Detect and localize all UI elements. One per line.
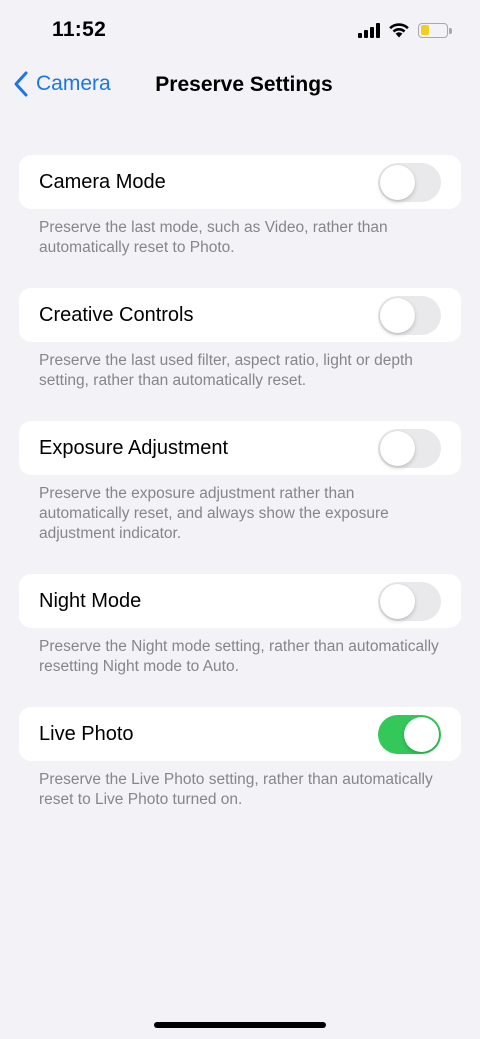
toggle-knob xyxy=(404,716,439,752)
settings-screen: 11:52 Camera Preserve Settings Camera Mo… xyxy=(0,0,480,1039)
setting-label: Creative Controls xyxy=(39,303,194,326)
status-time: 11:52 xyxy=(52,18,107,41)
toggle-knob xyxy=(380,297,415,333)
setting-footer: Preserve the exposure adjustment rather … xyxy=(39,485,389,542)
night-mode-toggle[interactable] xyxy=(378,581,441,621)
setting-row-camera-mode: Camera Mode xyxy=(19,155,461,209)
setting-footer: Preserve the last used filter, aspect ra… xyxy=(39,352,413,389)
setting-group-live-photo: Live Photo Preserve the Live Photo setti… xyxy=(19,707,461,810)
home-indicator[interactable] xyxy=(154,1022,326,1028)
cellular-signal-icon xyxy=(358,22,380,38)
camera-mode-toggle[interactable] xyxy=(378,162,441,202)
setting-row-creative-controls: Creative Controls xyxy=(19,288,461,342)
setting-label: Night Mode xyxy=(39,589,142,612)
battery-level-fill xyxy=(420,25,430,35)
exposure-adjustment-toggle[interactable] xyxy=(378,428,441,468)
setting-footer: Preserve the last mode, such as Video, r… xyxy=(39,219,388,256)
setting-row-night-mode: Night Mode xyxy=(19,574,461,628)
setting-group-night-mode: Night Mode Preserve the Night mode setti… xyxy=(19,574,461,677)
toggle-knob xyxy=(380,164,415,200)
setting-group-camera-mode: Camera Mode Preserve the last mode, such… xyxy=(19,155,461,258)
toggle-knob xyxy=(380,430,415,466)
setting-label: Live Photo xyxy=(39,722,134,745)
status-icons xyxy=(358,22,452,38)
setting-footer: Preserve the Live Photo setting, rather … xyxy=(39,771,433,808)
wifi-icon xyxy=(389,23,409,38)
setting-group-exposure-adjustment: Exposure Adjustment Preserve the exposur… xyxy=(19,421,461,544)
setting-row-live-photo: Live Photo xyxy=(19,707,461,761)
page-title: Preserve Settings xyxy=(155,73,333,96)
setting-label: Camera Mode xyxy=(39,170,166,193)
setting-footer: Preserve the Night mode setting, rather … xyxy=(39,638,439,675)
setting-row-exposure-adjustment: Exposure Adjustment xyxy=(19,421,461,475)
navigation-bar: Camera Preserve Settings xyxy=(0,60,480,112)
battery-icon xyxy=(418,22,452,38)
creative-controls-toggle[interactable] xyxy=(378,295,441,335)
setting-group-creative-controls: Creative Controls Preserve the last used… xyxy=(19,288,461,391)
setting-label: Exposure Adjustment xyxy=(39,436,228,459)
settings-list: Camera Mode Preserve the last mode, such… xyxy=(0,155,480,810)
live-photo-toggle[interactable] xyxy=(378,714,441,754)
toggle-knob xyxy=(380,583,415,619)
status-bar: 11:52 xyxy=(0,0,480,60)
